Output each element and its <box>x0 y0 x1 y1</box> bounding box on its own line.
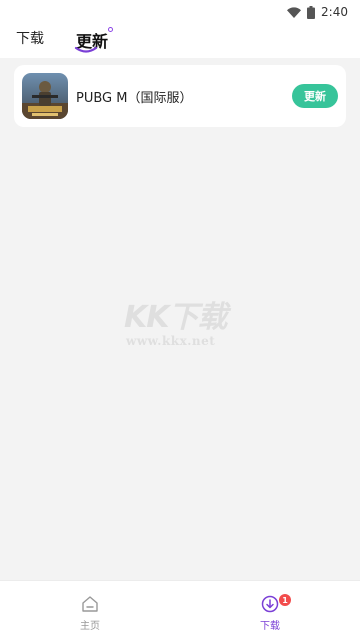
watermark-title: KK下载 <box>124 300 227 335</box>
bottom-nav: 主页 1 下载 <box>0 580 360 640</box>
battery-icon <box>307 5 316 19</box>
pubg-app-icon <box>22 73 68 119</box>
nav-download[interactable]: 1 下载 <box>180 581 360 640</box>
home-icon <box>81 595 99 617</box>
status-time: 2:40 <box>321 5 348 19</box>
download-icon <box>261 595 279 617</box>
update-button[interactable]: 更新 <box>292 84 338 108</box>
watermark: KK下载 www.kkx.net <box>120 292 250 358</box>
download-count-badge: 1 <box>279 594 291 606</box>
update-list-item[interactable]: PUBG M（国际服） 更新 <box>14 65 346 127</box>
app-name: PUBG M（国际服） <box>76 91 193 106</box>
tab-download[interactable]: 下载 <box>16 28 44 48</box>
nav-home-label: 主页 <box>80 621 100 632</box>
nav-home[interactable]: 主页 <box>0 581 180 640</box>
watermark-url: www.kkx.net <box>126 334 216 348</box>
status-bar: 2:40 <box>0 0 360 24</box>
tab-active-indicator <box>74 46 98 53</box>
tab-update-dot <box>108 27 113 32</box>
top-tab-bar: 下载 更新 <box>0 24 360 58</box>
wifi-icon <box>287 6 302 18</box>
nav-download-label: 下载 <box>260 621 280 632</box>
